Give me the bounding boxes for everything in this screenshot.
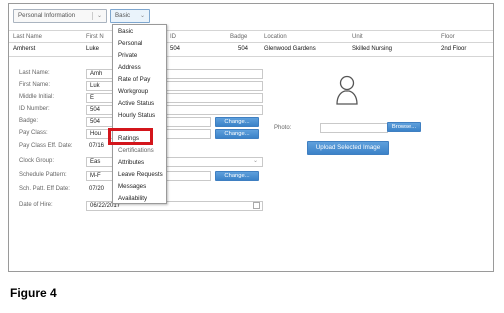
- cell-first-name: Luke: [86, 46, 100, 52]
- column-header-floor[interactable]: Floor: [441, 31, 455, 43]
- clock-group-value: Eas: [90, 159, 101, 165]
- photo-path-field[interactable]: [320, 123, 388, 133]
- figure-caption: Figure 4: [10, 286, 57, 300]
- column-header-unit[interactable]: Unit: [352, 31, 363, 43]
- menu-item-availability[interactable]: Availability: [118, 195, 147, 202]
- column-header-last-name[interactable]: Last Name: [13, 31, 42, 43]
- browse-button[interactable]: Browse...: [387, 122, 421, 132]
- cell-location: Glenwood Gardens: [264, 46, 316, 52]
- column-header-location[interactable]: Location: [264, 31, 287, 43]
- cell-last-name: Amherst: [13, 46, 36, 52]
- menu-item-rate-of-pay[interactable]: Rate of Pay: [118, 76, 150, 83]
- user-avatar-icon: [336, 75, 358, 105]
- label-middle-initial: Middle Initial:: [19, 94, 55, 100]
- menu-item-address[interactable]: Address: [118, 64, 141, 71]
- label-pay-class-eff-date: Pay Class Eff. Date:: [19, 143, 73, 149]
- label-pay-class: Pay Class:: [19, 130, 48, 136]
- column-header-first-name[interactable]: First N: [86, 31, 104, 43]
- app-frame: Personal Information ⌄ Basic ⌄ Last Name…: [8, 3, 494, 272]
- table-row[interactable]: Amherst Luke 504 504 Glenwood Gardens Sk…: [9, 43, 493, 57]
- cell-badge: 504: [238, 46, 249, 52]
- grid-header: Last Name First N ID Badge Location Unit…: [9, 30, 493, 43]
- menu-item-private[interactable]: Private: [118, 52, 137, 59]
- menu-item-workgroup[interactable]: Workgroup: [118, 88, 148, 95]
- label-badge: Badge:: [19, 118, 39, 124]
- column-header-badge[interactable]: Badge: [230, 31, 247, 43]
- menu-item-certifications[interactable]: Certifications: [118, 147, 154, 154]
- cell-floor: 2nd Floor: [441, 46, 467, 52]
- label-first-name: First Name:: [19, 82, 51, 88]
- menu-item-active-status[interactable]: Active Status: [118, 100, 154, 107]
- menu-item-hourly-status[interactable]: Hourly Status: [118, 112, 155, 119]
- menu-item-personal[interactable]: Personal: [118, 40, 142, 47]
- menu-item-leave-requests[interactable]: Leave Requests: [118, 171, 163, 178]
- label-sch-patt-eff-date: Sch. Patt. Eff Date:: [19, 186, 70, 192]
- change-badge-button[interactable]: Change...: [215, 117, 259, 127]
- label-id-number: ID Number:: [19, 106, 50, 112]
- cell-id: 504: [170, 46, 181, 52]
- ratings-highlight-box: [108, 128, 153, 145]
- calendar-icon[interactable]: [253, 202, 260, 209]
- select-divider: [92, 12, 93, 20]
- subview-select-value: Basic: [115, 12, 131, 19]
- label-date-of-hire: Date of Hire:: [19, 202, 53, 208]
- menu-item-attributes[interactable]: Attributes: [118, 159, 144, 166]
- column-header-id[interactable]: ID: [170, 31, 176, 43]
- change-schedule-button[interactable]: Change...: [215, 171, 259, 181]
- label-schedule-pattern: Schedule Pattern:: [19, 172, 67, 178]
- cell-unit: Skilled Nursing: [352, 46, 393, 52]
- pay-class-eff-date-value: 07/16: [89, 143, 105, 149]
- chevron-down-icon: ⌄: [96, 13, 102, 19]
- chevron-down-icon: ⌄: [139, 13, 145, 19]
- view-select[interactable]: Personal Information ⌄: [13, 9, 107, 23]
- subview-dropdown-menu: Basic Personal Private Address Rate of P…: [112, 24, 167, 204]
- subview-select[interactable]: Basic ⌄: [110, 9, 150, 23]
- menu-item-messages[interactable]: Messages: [118, 183, 146, 190]
- upload-image-button[interactable]: Upload Selected Image: [307, 141, 389, 155]
- employee-form: Last Name: Amh First Name: Luk Middle In…: [9, 62, 493, 272]
- chevron-down-icon: ⌄: [252, 158, 258, 164]
- menu-item-basic[interactable]: Basic: [118, 28, 133, 35]
- label-last-name: Last Name:: [19, 70, 50, 76]
- view-select-value: Personal Information: [18, 12, 76, 19]
- label-photo: Photo:: [274, 125, 292, 131]
- sch-patt-eff-date-value: 07/20: [89, 186, 105, 192]
- label-clock-group: Clock Group:: [19, 158, 55, 164]
- change-pay-class-button[interactable]: Change...: [215, 129, 259, 139]
